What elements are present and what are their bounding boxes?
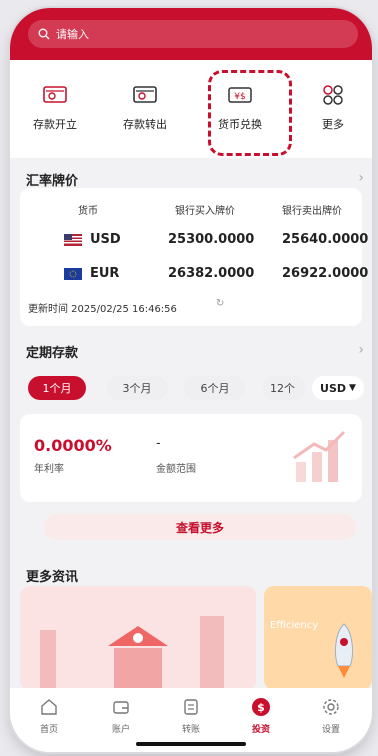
amount-value: - <box>156 436 161 451</box>
svg-text:$: $ <box>257 701 265 714</box>
tab-invest[interactable]: $ 投资 <box>236 696 286 735</box>
home-indicator <box>136 742 246 746</box>
search-input[interactable]: 请输入 <box>28 20 358 48</box>
deposit-open-icon <box>40 82 70 108</box>
header-bar: 请输入 <box>10 8 372 60</box>
quick-label: 存款开立 <box>33 118 77 131</box>
bank-building-icon <box>40 616 224 690</box>
rates-header-buy: 银行买入牌价 <box>175 206 235 217</box>
tab-label: 首页 <box>39 725 58 735</box>
rate-buy: 26382.0000 <box>168 266 255 281</box>
quick-deposit-transfer[interactable]: 存款转出 <box>105 74 185 132</box>
phone-screen: 请输入 存款开立 存款转出 ¥$ 货币兑换 更多 汇率牌价 › 货币 银行买入牌… <box>10 8 372 752</box>
deposit-transfer-icon <box>130 82 160 108</box>
currency-value: USD <box>320 381 347 395</box>
rate-sell: 25640.0000 <box>282 232 369 247</box>
rate-code: EUR <box>90 266 120 281</box>
rate-buy: 25300.0000 <box>168 232 255 247</box>
tab-3-months[interactable]: 3个月 <box>106 376 168 400</box>
highlight-box <box>208 70 292 156</box>
rate-value: 0.0000% <box>34 436 112 455</box>
grid-icon <box>318 82 348 108</box>
settings-icon <box>320 696 342 718</box>
fixed-title: 定期存款 <box>26 346 79 361</box>
rates-card: 货币 银行买入牌价 银行卖出牌价 USD 25300.0000 25640.00… <box>20 188 368 326</box>
view-more-button[interactable]: 查看更多 <box>44 514 356 540</box>
refresh-icon[interactable]: ↻ <box>216 298 224 309</box>
news-card-1[interactable] <box>20 586 256 690</box>
tab-1-month[interactable]: 1个月 <box>28 376 86 400</box>
tab-label: 投资 <box>251 725 270 735</box>
rates-header-currency: 货币 <box>78 206 98 217</box>
chevron-right-icon[interactable]: › <box>358 342 364 358</box>
fixed-rate-card[interactable]: 0.0000% 年利率 - 金额范围 <box>20 414 362 502</box>
tab-transfer[interactable]: 转账 <box>166 696 216 735</box>
search-placeholder: 请输入 <box>56 28 89 41</box>
rates-title: 汇率牌价 <box>26 174 79 189</box>
search-icon <box>38 28 50 40</box>
eu-flag-icon <box>64 268 82 280</box>
rates-header-sell: 银行卖出牌价 <box>282 206 342 217</box>
rate-code: USD <box>90 232 121 247</box>
us-flag-icon <box>64 234 82 246</box>
tab-settings[interactable]: 设置 <box>306 696 356 735</box>
home-icon <box>38 696 60 718</box>
quick-deposit-open[interactable]: 存款开立 <box>15 74 95 132</box>
news-card-2[interactable]: Efficiency <box>264 586 372 690</box>
currency-select[interactable]: USD ▼ <box>312 376 364 400</box>
chart-decoration-icon <box>293 430 346 482</box>
tab-label: 账户 <box>111 725 130 735</box>
rate-label: 年利率 <box>34 464 64 475</box>
tab-label: 转账 <box>181 725 200 735</box>
tab-account[interactable]: 账户 <box>96 696 146 735</box>
tab-label: 设置 <box>321 725 340 735</box>
caret-down-icon: ▼ <box>349 383 356 393</box>
transfer-icon <box>180 696 202 718</box>
quick-label: 存款转出 <box>123 118 167 131</box>
invest-icon: $ <box>250 696 272 718</box>
wallet-icon <box>110 696 132 718</box>
chevron-right-icon[interactable]: › <box>358 170 364 186</box>
tab-6-months[interactable]: 6个月 <box>184 376 246 400</box>
quick-more[interactable]: 更多 <box>293 74 372 132</box>
tab-12-months[interactable]: 12个 <box>262 376 306 400</box>
rocket-icon <box>335 623 353 678</box>
quick-actions: 存款开立 存款转出 ¥$ 货币兑换 更多 <box>10 60 372 158</box>
news-title: 更多资讯 <box>26 570 79 585</box>
news-card-2-title: Efficiency <box>270 620 319 631</box>
tab-home[interactable]: 首页 <box>24 696 74 735</box>
rate-sell: 26922.0000 <box>282 266 369 281</box>
rates-updated: 更新时间 2025/02/25 16:46:56 <box>28 304 177 315</box>
amount-label: 金额范围 <box>156 464 196 475</box>
quick-label: 更多 <box>322 118 344 131</box>
